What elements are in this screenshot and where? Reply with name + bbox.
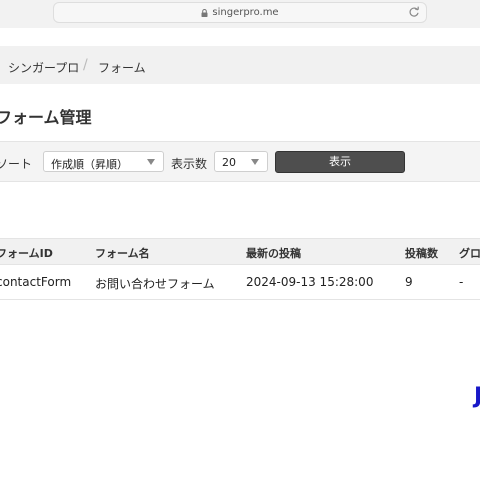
column-header-post-count[interactable]: 投稿数 — [405, 245, 438, 261]
browser-chrome: singerpro.me — [0, 0, 480, 28]
lock-icon — [201, 8, 208, 17]
cell-latest-post: 2024-09-13 15:28:00 — [246, 275, 374, 289]
count-select[interactable]: 20 — [214, 151, 268, 172]
reload-icon[interactable] — [408, 6, 420, 18]
breadcrumb: シンガープロ / フォーム — [0, 46, 480, 84]
address-bar[interactable]: singerpro.me — [53, 2, 427, 23]
cell-form-name[interactable]: お問い合わせフォーム — [95, 275, 215, 292]
page-title: フォーム管理 — [0, 108, 92, 127]
count-label: 表示数 — [171, 157, 208, 171]
column-header-truncated[interactable]: グロ — [459, 245, 480, 261]
sort-label: ソート — [0, 157, 33, 171]
table-row[interactable]: contactForm お問い合わせフォーム 2024-09-13 15:28:… — [0, 264, 480, 300]
url-text: singerpro.me — [212, 7, 279, 18]
table-header: フォームID フォーム名 最新の投稿 投稿数 グロ — [0, 238, 480, 265]
sort-select[interactable]: 作成順（昇順） — [43, 151, 164, 172]
filter-bar: ソート 作成順（昇順） 表示数 20 表示 — [0, 141, 480, 182]
chevron-down-icon — [147, 159, 155, 165]
breadcrumb-separator: / — [83, 57, 88, 73]
breadcrumb-home-link[interactable]: シンガープロ — [8, 59, 79, 76]
chevron-down-icon — [251, 159, 259, 165]
cell-post-count: 9 — [405, 275, 413, 289]
breadcrumb-current: フォーム — [98, 61, 146, 75]
cell-form-id[interactable]: contactForm — [0, 275, 71, 289]
count-select-value: 20 — [222, 156, 236, 169]
column-header-form-name[interactable]: フォーム名 — [95, 245, 150, 261]
sort-select-value: 作成順（昇順） — [51, 158, 128, 171]
column-header-form-id[interactable]: フォームID — [0, 245, 53, 261]
cell-extra: - — [459, 275, 464, 289]
show-button[interactable]: 表示 — [275, 151, 405, 173]
edge-character: J — [474, 384, 480, 409]
column-header-latest-post[interactable]: 最新の投稿 — [246, 245, 301, 261]
